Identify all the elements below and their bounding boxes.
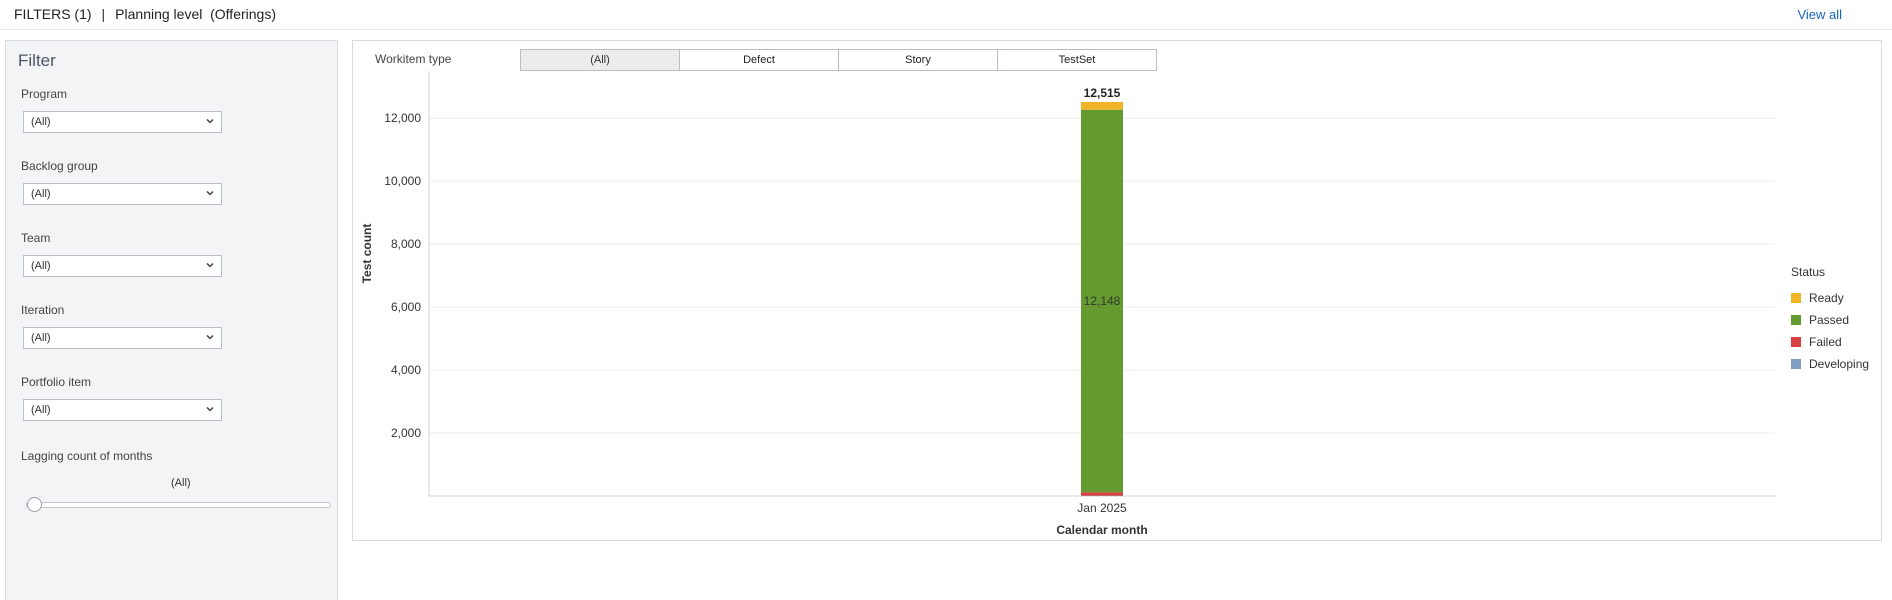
y-axis-title: Test count [360,224,374,284]
backlog-group-selected-value: (All) [31,188,51,200]
portfolio-item-filter: Portfolio item (All) [21,375,231,425]
x-axis-title: Calendar month [1056,523,1147,537]
y-tick-label: 4,000 [391,363,421,377]
legend-item-passed[interactable]: Passed [1791,309,1869,331]
program-selected-value: (All) [31,116,51,128]
view-all-link[interactable]: View all [1797,7,1842,22]
team-selected-value: (All) [31,260,51,272]
bar-segment-failed[interactable] [1081,492,1123,496]
workitem-type-label: Workitem type [375,52,452,66]
chart-card: 2,000 4,000 6,000 8,000 10,000 12,000 12,515 12… [352,40,1882,541]
portfolio-item-label: Portfolio item [21,375,92,389]
legend-label: Failed [1809,335,1842,349]
program-filter: Program (All) [21,87,231,137]
backlog-group-select[interactable]: (All) [23,183,222,205]
iteration-selected-value: (All) [31,332,51,344]
chevron-down-icon [206,263,214,268]
team-filter: Team (All) [21,231,231,281]
team-select[interactable]: (All) [23,255,222,277]
breadcrumb-separator: | [101,6,106,22]
workitem-type-option-testset[interactable]: TestSet [997,49,1157,71]
lagging-months-slider-track[interactable] [26,502,331,508]
y-tick-label: 8,000 [391,237,421,251]
lagging-months-value: (All) [171,477,191,489]
legend-title: Status [1791,265,1826,279]
legend-swatch [1791,315,1801,325]
test-count-chart: 2,000 4,000 6,000 8,000 10,000 12,000 12,515 12… [360,71,1775,537]
legend-swatch [1791,337,1801,347]
chevron-down-icon [206,335,214,340]
status-legend: Status Ready Passed Failed Developing [1791,265,1869,375]
filters-count-label[interactable]: FILTERS (1) [14,6,92,22]
chevron-down-icon [206,191,214,196]
chevron-down-icon [206,407,214,412]
top-bar: FILTERS (1) | Planning level (Offerings) V… [0,0,1892,30]
legend-label: Developing [1809,357,1870,371]
chevron-down-icon [206,119,214,124]
portfolio-item-select[interactable]: (All) [23,399,222,421]
legend-label: Ready [1809,291,1844,305]
bar-segment-ready[interactable] [1081,102,1123,110]
y-tick-label: 12,000 [384,111,421,125]
legend-label: Passed [1809,313,1850,327]
backlog-group-label: Backlog group [21,159,98,173]
filter-panel: Filter Program (All) Backlog group (All) Tea… [5,40,338,600]
legend-swatch [1791,293,1801,303]
lagging-months-filter: Lagging count of months (All) [21,447,339,512]
portfolio-item-selected-value: (All) [31,404,51,416]
breadcrumb: FILTERS (1) | Planning level (Offerings) [14,6,276,22]
bar-total-label: 12,515 [1084,86,1121,100]
workitem-type-option-defect[interactable]: Defect [679,49,839,71]
x-tick-label: Jan 2025 [1077,501,1127,515]
iteration-label: Iteration [21,303,65,317]
y-tick-label: 2,000 [391,426,421,440]
y-tick-label: 10,000 [384,174,421,188]
filter-panel-title: Filter [18,51,56,70]
planning-level-label: Planning level (Offerings) [115,6,276,22]
iteration-filter: Iteration (All) [21,303,231,353]
workitem-type-option-story[interactable]: Story [838,49,998,71]
lagging-months-label: Lagging count of months [21,449,153,463]
backlog-group-filter: Backlog group (All) [21,159,231,209]
legend-item-ready[interactable]: Ready [1791,287,1869,309]
lagging-months-slider-handle[interactable] [27,497,42,512]
y-tick-label: 6,000 [391,300,421,314]
iteration-select[interactable]: (All) [23,327,222,349]
legend-item-failed[interactable]: Failed [1791,331,1869,353]
workitem-type-selector: (All) Defect Story TestSet [520,49,1157,71]
legend-item-developing[interactable]: Developing [1791,353,1869,375]
program-select[interactable]: (All) [23,111,222,133]
workitem-type-option-all[interactable]: (All) [520,49,680,71]
team-label: Team [21,231,51,245]
program-label: Program [21,87,68,101]
bar-data-label: 12,148 [1084,294,1121,308]
legend-swatch [1791,359,1801,369]
